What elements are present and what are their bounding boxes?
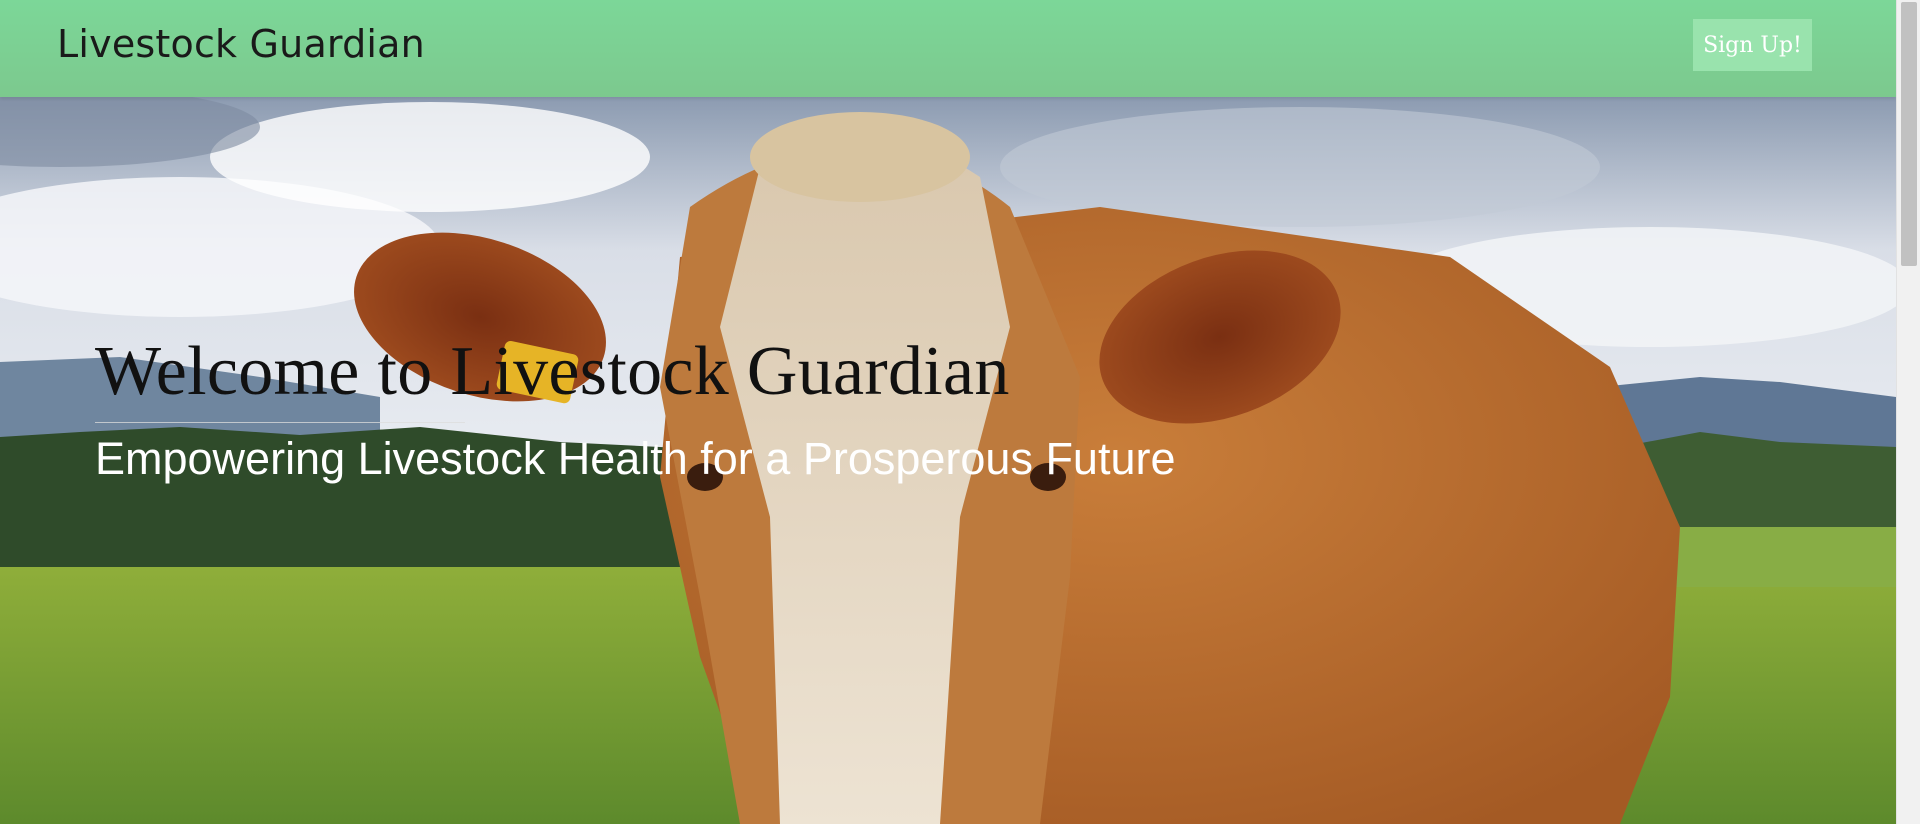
page: Livestock Guardian Sign Up! Welcome to L… [0,0,1920,824]
hero-title: Welcome to Livestock Guardian [95,333,1010,410]
hero-divider [95,422,465,423]
sign-up-button[interactable]: Sign Up! [1693,19,1812,71]
navbar: Livestock Guardian Sign Up! [0,0,1896,97]
brand-logo-text[interactable]: Livestock Guardian [57,22,425,66]
scrollbar-thumb[interactable] [1901,2,1917,266]
vertical-scrollbar[interactable] [1896,0,1920,824]
hero-section: Welcome to Livestock Guardian Empowering… [0,97,1896,824]
hero-subtitle: Empowering Livestock Health for a Prospe… [95,433,1176,484]
